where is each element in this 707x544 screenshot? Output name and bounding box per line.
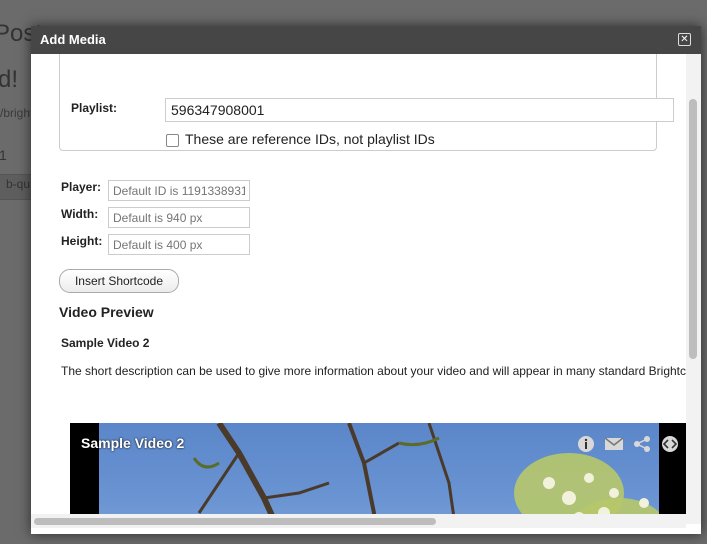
width-input[interactable] — [108, 207, 250, 228]
share-icon[interactable] — [633, 435, 651, 453]
modal-content: Playlist: These are reference IDs, not p… — [31, 54, 686, 524]
reference-ids-label: These are reference IDs, not playlist ID… — [185, 131, 435, 147]
bg-heading-fragment: d! — [0, 66, 19, 93]
video-preview-heading: Video Preview — [59, 304, 154, 320]
close-icon[interactable]: ✕ — [678, 33, 691, 46]
embed-icon[interactable] — [661, 435, 679, 453]
video-description: The short description can be used to giv… — [61, 364, 686, 378]
horizontal-scrollbar[interactable] — [31, 514, 686, 528]
horizontal-scrollbar-thumb[interactable] — [34, 518, 436, 525]
bg-tag-fragment: b-qu — [6, 177, 31, 191]
player-label: Player: — [61, 180, 102, 194]
vertical-scrollbar[interactable] — [686, 54, 701, 524]
modal-title: Add Media — [40, 32, 106, 47]
playlist-fieldset: Playlist: These are reference IDs, not p… — [59, 54, 674, 151]
info-icon[interactable] — [577, 435, 595, 453]
bg-link-fragment: /bright — [0, 106, 34, 120]
video-title: Sample Video 2 — [61, 336, 150, 350]
insert-shortcode-button[interactable]: Insert Shortcode — [59, 269, 179, 293]
height-input[interactable] — [108, 234, 250, 255]
player-id-input[interactable] — [108, 180, 250, 201]
width-label: Width: — [61, 207, 99, 221]
bg-list-fragment: 1 — [0, 147, 7, 163]
player-title-overlay: Sample Video 2 — [81, 435, 185, 451]
playlist-input[interactable] — [165, 98, 674, 122]
reference-ids-checkbox[interactable] — [166, 134, 179, 147]
height-label: Height: — [61, 234, 103, 248]
playlist-label: Playlist: — [71, 101, 118, 115]
video-player[interactable]: Sample Video 2 — [70, 423, 686, 524]
email-icon[interactable] — [604, 435, 624, 453]
add-media-modal: Add Media ✕ Playlist: These are referenc… — [31, 26, 701, 534]
modal-header: Add Media ✕ — [31, 26, 701, 54]
vertical-scrollbar-thumb[interactable] — [689, 99, 697, 359]
